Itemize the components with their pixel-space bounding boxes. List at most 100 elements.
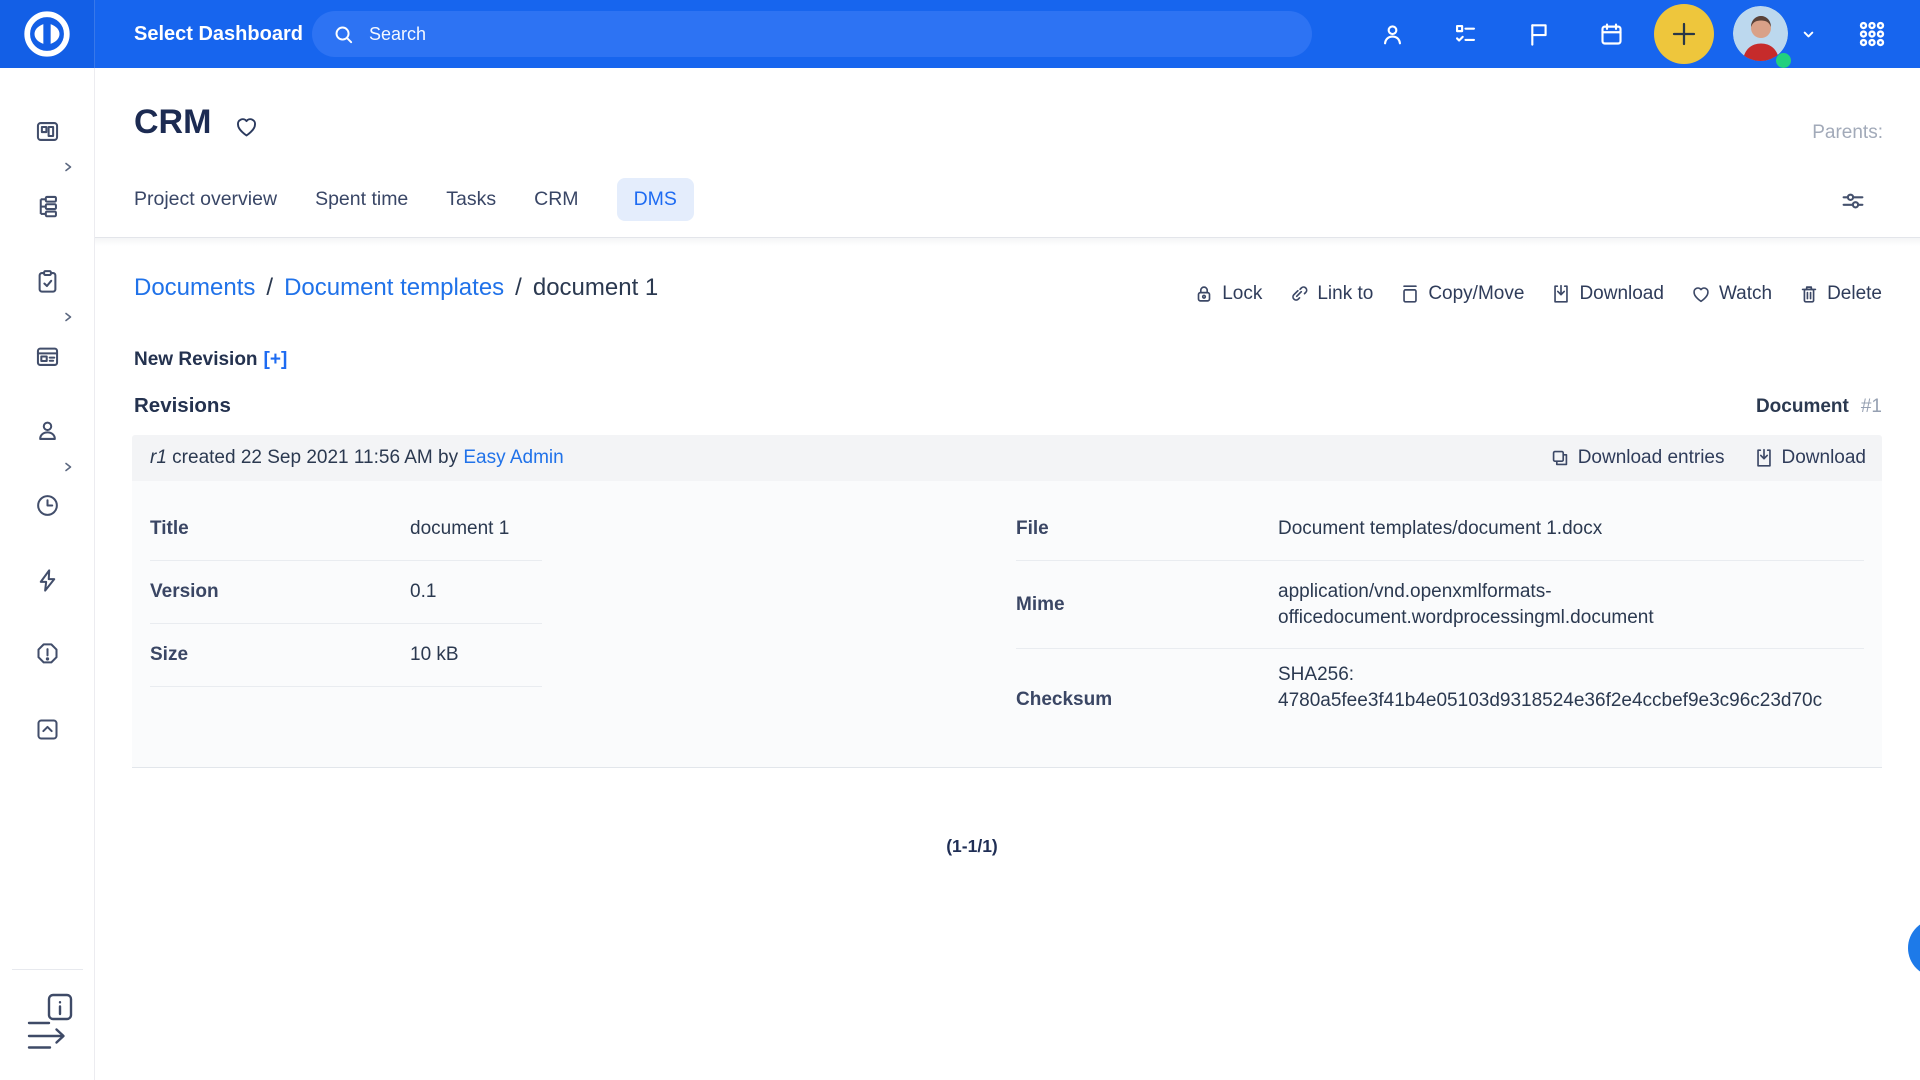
sidebar-item-dashboards[interactable] [0, 104, 95, 158]
header-shadow [95, 238, 1920, 246]
detail-row-file: File Document templates/document 1.docx [1016, 498, 1864, 561]
revision-header: r1 created 22 Sep 2021 11:56 AM by Easy … [132, 435, 1882, 481]
tab-spent-time[interactable]: Spent time [315, 178, 408, 221]
download-button[interactable]: Download [1550, 283, 1664, 305]
revision-details: Title document 1 Version 0.1 Size 10 kB … [132, 481, 1882, 768]
sidebar-item-quick-actions[interactable] [0, 553, 95, 607]
download-icon [1753, 447, 1775, 469]
sidebar [0, 68, 95, 1080]
sidebar-help-exit[interactable] [25, 993, 73, 1055]
plus-icon [1669, 19, 1699, 49]
new-revision: New Revision [+] [134, 349, 287, 371]
new-revision-add-link[interactable]: [+] [264, 349, 288, 370]
favorite-heart-icon[interactable] [233, 113, 260, 140]
checksum-algorithm: SHA256: [1278, 662, 1822, 688]
project-tree-icon [34, 193, 61, 220]
sidebar-item-modules[interactable] [0, 329, 95, 383]
sidebar-item-tasks[interactable] [0, 254, 95, 308]
sidebar-item-time[interactable] [0, 478, 95, 532]
parents-label: Parents: [1812, 122, 1883, 144]
breadcrumb-separator: / [515, 274, 522, 302]
download-entries-icon [1549, 447, 1571, 469]
revision-meta: r1 created 22 Sep 2021 11:56 AM by Easy … [150, 447, 564, 469]
alerts-icon [34, 641, 61, 668]
heart-icon [1690, 283, 1712, 305]
document-actions: Lock Link to Copy/Move Download Watch De… [1193, 283, 1882, 305]
breadcrumb-current: document 1 [533, 274, 658, 302]
details-table-right: File Document templates/document 1.docx … [1016, 498, 1864, 759]
modules-window-icon [34, 343, 61, 370]
lock-icon [1193, 283, 1215, 305]
detail-row-title: Title document 1 [150, 498, 542, 561]
detail-row-checksum: Checksum SHA256: 4780a5fee3f41b4e05103d9… [1016, 649, 1864, 759]
revisions-title: Revisions [134, 394, 231, 418]
info-exit-icon [25, 993, 73, 1055]
tab-dms[interactable]: DMS [617, 178, 694, 221]
sidebar-item-users[interactable] [0, 403, 95, 457]
topbar-icon-group [1379, 0, 1625, 68]
app-logo[interactable] [0, 0, 95, 68]
sidebar-item-alerts[interactable] [0, 627, 95, 681]
checksum-hash: 4780a5fee3f41b4e05103d9318524e36f2e4ccbe… [1278, 688, 1822, 714]
time-clock-icon [34, 492, 61, 519]
document-type-label: Document [1756, 396, 1849, 418]
link-to-button[interactable]: Link to [1288, 283, 1373, 305]
detail-row-mime: Mime application/vnd.openxmlformats-offi… [1016, 561, 1864, 649]
floating-action-button[interactable] [1908, 919, 1920, 977]
tab-crm[interactable]: CRM [534, 178, 578, 221]
breadcrumb: Documents / Document templates / documen… [134, 274, 658, 302]
search-icon [332, 23, 355, 46]
search-input[interactable]: Search [312, 11, 1312, 57]
trash-icon [1798, 283, 1820, 305]
revision-panel: r1 created 22 Sep 2021 11:56 AM by Easy … [132, 435, 1882, 768]
delete-button[interactable]: Delete [1798, 283, 1882, 305]
sidebar-item-projects[interactable] [0, 179, 95, 233]
add-button[interactable] [1654, 4, 1714, 64]
flag-icon[interactable] [1525, 21, 1552, 48]
user-icon[interactable] [1379, 21, 1406, 48]
chevron-down-icon[interactable] [1797, 23, 1820, 46]
link-icon [1288, 283, 1310, 305]
collapse-box-icon [34, 716, 61, 743]
download-icon [1550, 283, 1572, 305]
details-table-left: Title document 1 Version 0.1 Size 10 kB [150, 498, 542, 687]
watch-button[interactable]: Watch [1690, 283, 1772, 305]
lock-button[interactable]: Lock [1193, 283, 1262, 305]
apps-grid-icon[interactable] [1857, 19, 1887, 49]
detail-row-size: Size 10 kB [150, 624, 542, 687]
sidebar-divider [12, 969, 83, 970]
search-placeholder: Search [369, 24, 426, 45]
online-status-dot [1776, 53, 1791, 68]
chevron-right-icon[interactable] [62, 161, 74, 173]
quick-actions-icon [34, 567, 61, 594]
revision-header-actions: Download entries Download [1549, 447, 1866, 469]
pagination: (1-1/1) [132, 836, 1812, 857]
breadcrumb-document-templates[interactable]: Document templates [284, 274, 504, 302]
chevron-right-icon[interactable] [62, 461, 74, 473]
document-id: Document #1 [1756, 396, 1882, 418]
dashboards-icon [34, 118, 61, 145]
checklist-icon[interactable] [1452, 21, 1479, 48]
download-entries-button[interactable]: Download entries [1549, 447, 1725, 469]
breadcrumb-documents[interactable]: Documents [134, 274, 255, 302]
breadcrumb-separator: / [266, 274, 273, 302]
sidebar-item-collapse[interactable] [0, 702, 95, 756]
users-icon [34, 417, 61, 444]
download-revision-button[interactable]: Download [1753, 447, 1867, 469]
chevron-right-icon[interactable] [62, 311, 74, 323]
project-tabs: Project overview Spent time Tasks CRM DM… [134, 176, 694, 222]
tab-project-overview[interactable]: Project overview [134, 178, 277, 221]
calendar-icon[interactable] [1598, 21, 1625, 48]
page-title: CRM [134, 103, 211, 142]
copy-icon [1399, 283, 1421, 305]
tasks-clipboard-icon [34, 268, 61, 295]
topbar: Select Dashboard Search [0, 0, 1920, 68]
new-revision-label: New Revision [134, 349, 258, 370]
document-number: #1 [1861, 396, 1882, 418]
revision-author-link[interactable]: Easy Admin [463, 447, 563, 468]
dashboard-selector-label: Select Dashboard [134, 23, 303, 46]
revision-name: r1 [150, 447, 167, 468]
copy-move-button[interactable]: Copy/Move [1399, 283, 1524, 305]
tab-tasks[interactable]: Tasks [446, 178, 496, 221]
filter-sliders-icon[interactable] [1838, 186, 1868, 216]
